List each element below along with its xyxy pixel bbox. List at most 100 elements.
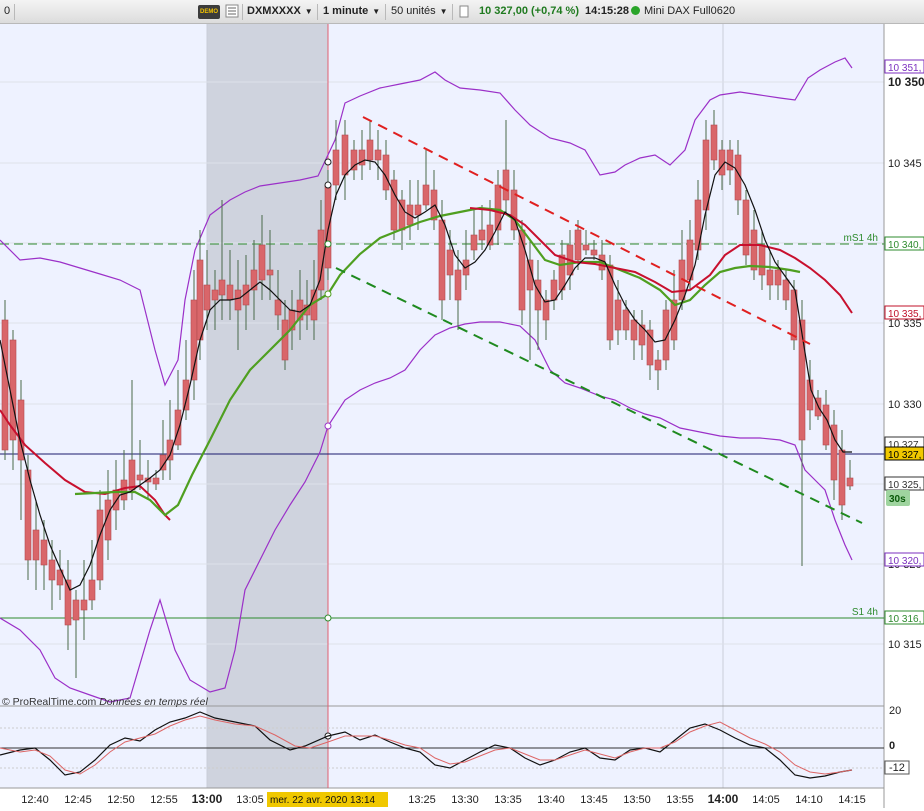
- candle-down: [822, 404, 830, 446]
- price-tick-label: 10 330: [888, 399, 922, 411]
- candle-down: [438, 219, 446, 301]
- candle-down: [478, 229, 486, 241]
- toolbar-separator: [14, 4, 15, 20]
- candle-down: [128, 459, 136, 491]
- candle-down: [574, 229, 582, 261]
- candle-down: [374, 149, 382, 161]
- timeframe-dropdown[interactable]: 1 minute ▼: [323, 5, 380, 17]
- candle-down: [174, 409, 182, 446]
- candle-down: [726, 149, 734, 171]
- candle-down: [226, 284, 234, 301]
- candle-down: [341, 134, 349, 176]
- candle-down: [414, 204, 422, 216]
- time-tick-label: 13:30: [451, 794, 479, 806]
- candle-down: [40, 539, 48, 566]
- toolbar-separator: [452, 4, 453, 20]
- candle-down: [48, 559, 56, 581]
- candle-down: [258, 244, 266, 281]
- countdown-label: 30s: [889, 494, 906, 505]
- crosshair-marker: [324, 614, 332, 622]
- candle-down: [742, 199, 750, 256]
- time-tick-label: 13:45: [580, 794, 608, 806]
- candle-down: [88, 579, 96, 601]
- candle-down: [798, 319, 806, 441]
- price-chart[interactable]: mS1 4h S1 4h 20 0 -12 © ProRealTime.com Do…: [0, 24, 924, 808]
- candle-down: [470, 234, 478, 251]
- candle-down: [366, 139, 374, 161]
- watermark: © ProRealTime.com Données en temps réel: [2, 696, 208, 708]
- time-tick-label: 13:25: [408, 794, 436, 806]
- candle-down: [446, 249, 454, 276]
- candle-down: [24, 469, 32, 561]
- time-tick-label: 14:10: [795, 794, 823, 806]
- last-time: 14:15:28: [585, 5, 630, 17]
- demo-icon[interactable]: DEMO: [198, 4, 220, 19]
- price-tick-label: 10 350: [888, 75, 924, 89]
- price-tag-label: 10 320,: [888, 556, 921, 567]
- candle-down: [72, 599, 80, 621]
- chart-area[interactable]: mS1 4h S1 4h 20 0 -12 © ProRealTime.com Do…: [0, 24, 924, 808]
- quote-icon[interactable]: [459, 5, 469, 22]
- status-dot-icon: [631, 6, 640, 15]
- candle-down: [766, 269, 774, 286]
- candle-down: [590, 249, 598, 256]
- candle-down: [203, 284, 211, 311]
- price-tag-label: 10 327,: [888, 450, 921, 461]
- candle-down: [324, 184, 332, 269]
- time-tick-label: 13:55: [666, 794, 694, 806]
- candle-down: [614, 299, 622, 331]
- candle-down: [606, 264, 614, 341]
- candle-down: [211, 289, 219, 301]
- candle-down: [494, 184, 502, 231]
- oscillator-background: [0, 706, 884, 788]
- price-tag-label: 10 351,: [888, 63, 921, 74]
- price-axis[interactable]: 10 35010 34510 34010 33510 33010 32510 3…: [884, 59, 924, 651]
- osc-tick-label: 20: [889, 705, 901, 717]
- list-icon: [225, 4, 239, 18]
- candle-down: [758, 244, 766, 276]
- time-tick-label: 13:40: [537, 794, 565, 806]
- time-axis[interactable]: 12:4012:4512:5012:5513:0013:0513:1013:25…: [21, 792, 866, 806]
- time-tick-label: 12:45: [64, 794, 92, 806]
- demo-badge: DEMO: [198, 5, 220, 19]
- instrument-icon[interactable]: [225, 4, 239, 21]
- candle-down: [332, 149, 340, 186]
- candle-down: [502, 169, 510, 201]
- candle-down: [80, 599, 88, 611]
- candle-down: [670, 299, 678, 341]
- price-tag-label: 10 316,: [888, 614, 921, 625]
- candle-down: [96, 509, 104, 581]
- candle-down: [622, 309, 630, 331]
- candle-down: [281, 319, 289, 361]
- chart-background: [0, 24, 884, 706]
- osc-tick-label: 0: [889, 740, 895, 752]
- candle-down: [218, 279, 226, 296]
- candle-down: [350, 149, 358, 171]
- candle-down: [630, 319, 638, 341]
- candle-down: [774, 269, 782, 286]
- toolbar-separator: [385, 4, 386, 20]
- instrument-label: DXMXXXX: [247, 5, 301, 17]
- units-label: 50 unités: [391, 5, 436, 17]
- candle-down: [702, 139, 710, 211]
- candle-down: [234, 289, 242, 311]
- candle-down: [1, 319, 9, 451]
- toolbar-left-fragment: 0: [4, 5, 11, 17]
- candle-down: [152, 477, 160, 485]
- instrument-dropdown[interactable]: DXMXXXX ▼: [247, 5, 313, 17]
- candle-down: [32, 529, 40, 561]
- candle-down: [542, 299, 550, 321]
- price-tag-label: 10 340,: [888, 240, 921, 251]
- candle-down: [136, 474, 144, 481]
- candle-down: [382, 154, 390, 191]
- candle-down: [266, 269, 274, 276]
- units-dropdown[interactable]: 50 unités ▼: [391, 5, 448, 17]
- candle-down: [120, 479, 128, 501]
- last-price: 10 327,00 (+0,74 %): [479, 5, 579, 17]
- candle-down: [710, 124, 718, 161]
- candle-down: [454, 269, 462, 301]
- candle-down: [422, 184, 430, 206]
- toolbar-separator: [242, 4, 243, 20]
- timeframe-label: 1 minute: [323, 5, 369, 17]
- time-tick-label: 13:35: [494, 794, 522, 806]
